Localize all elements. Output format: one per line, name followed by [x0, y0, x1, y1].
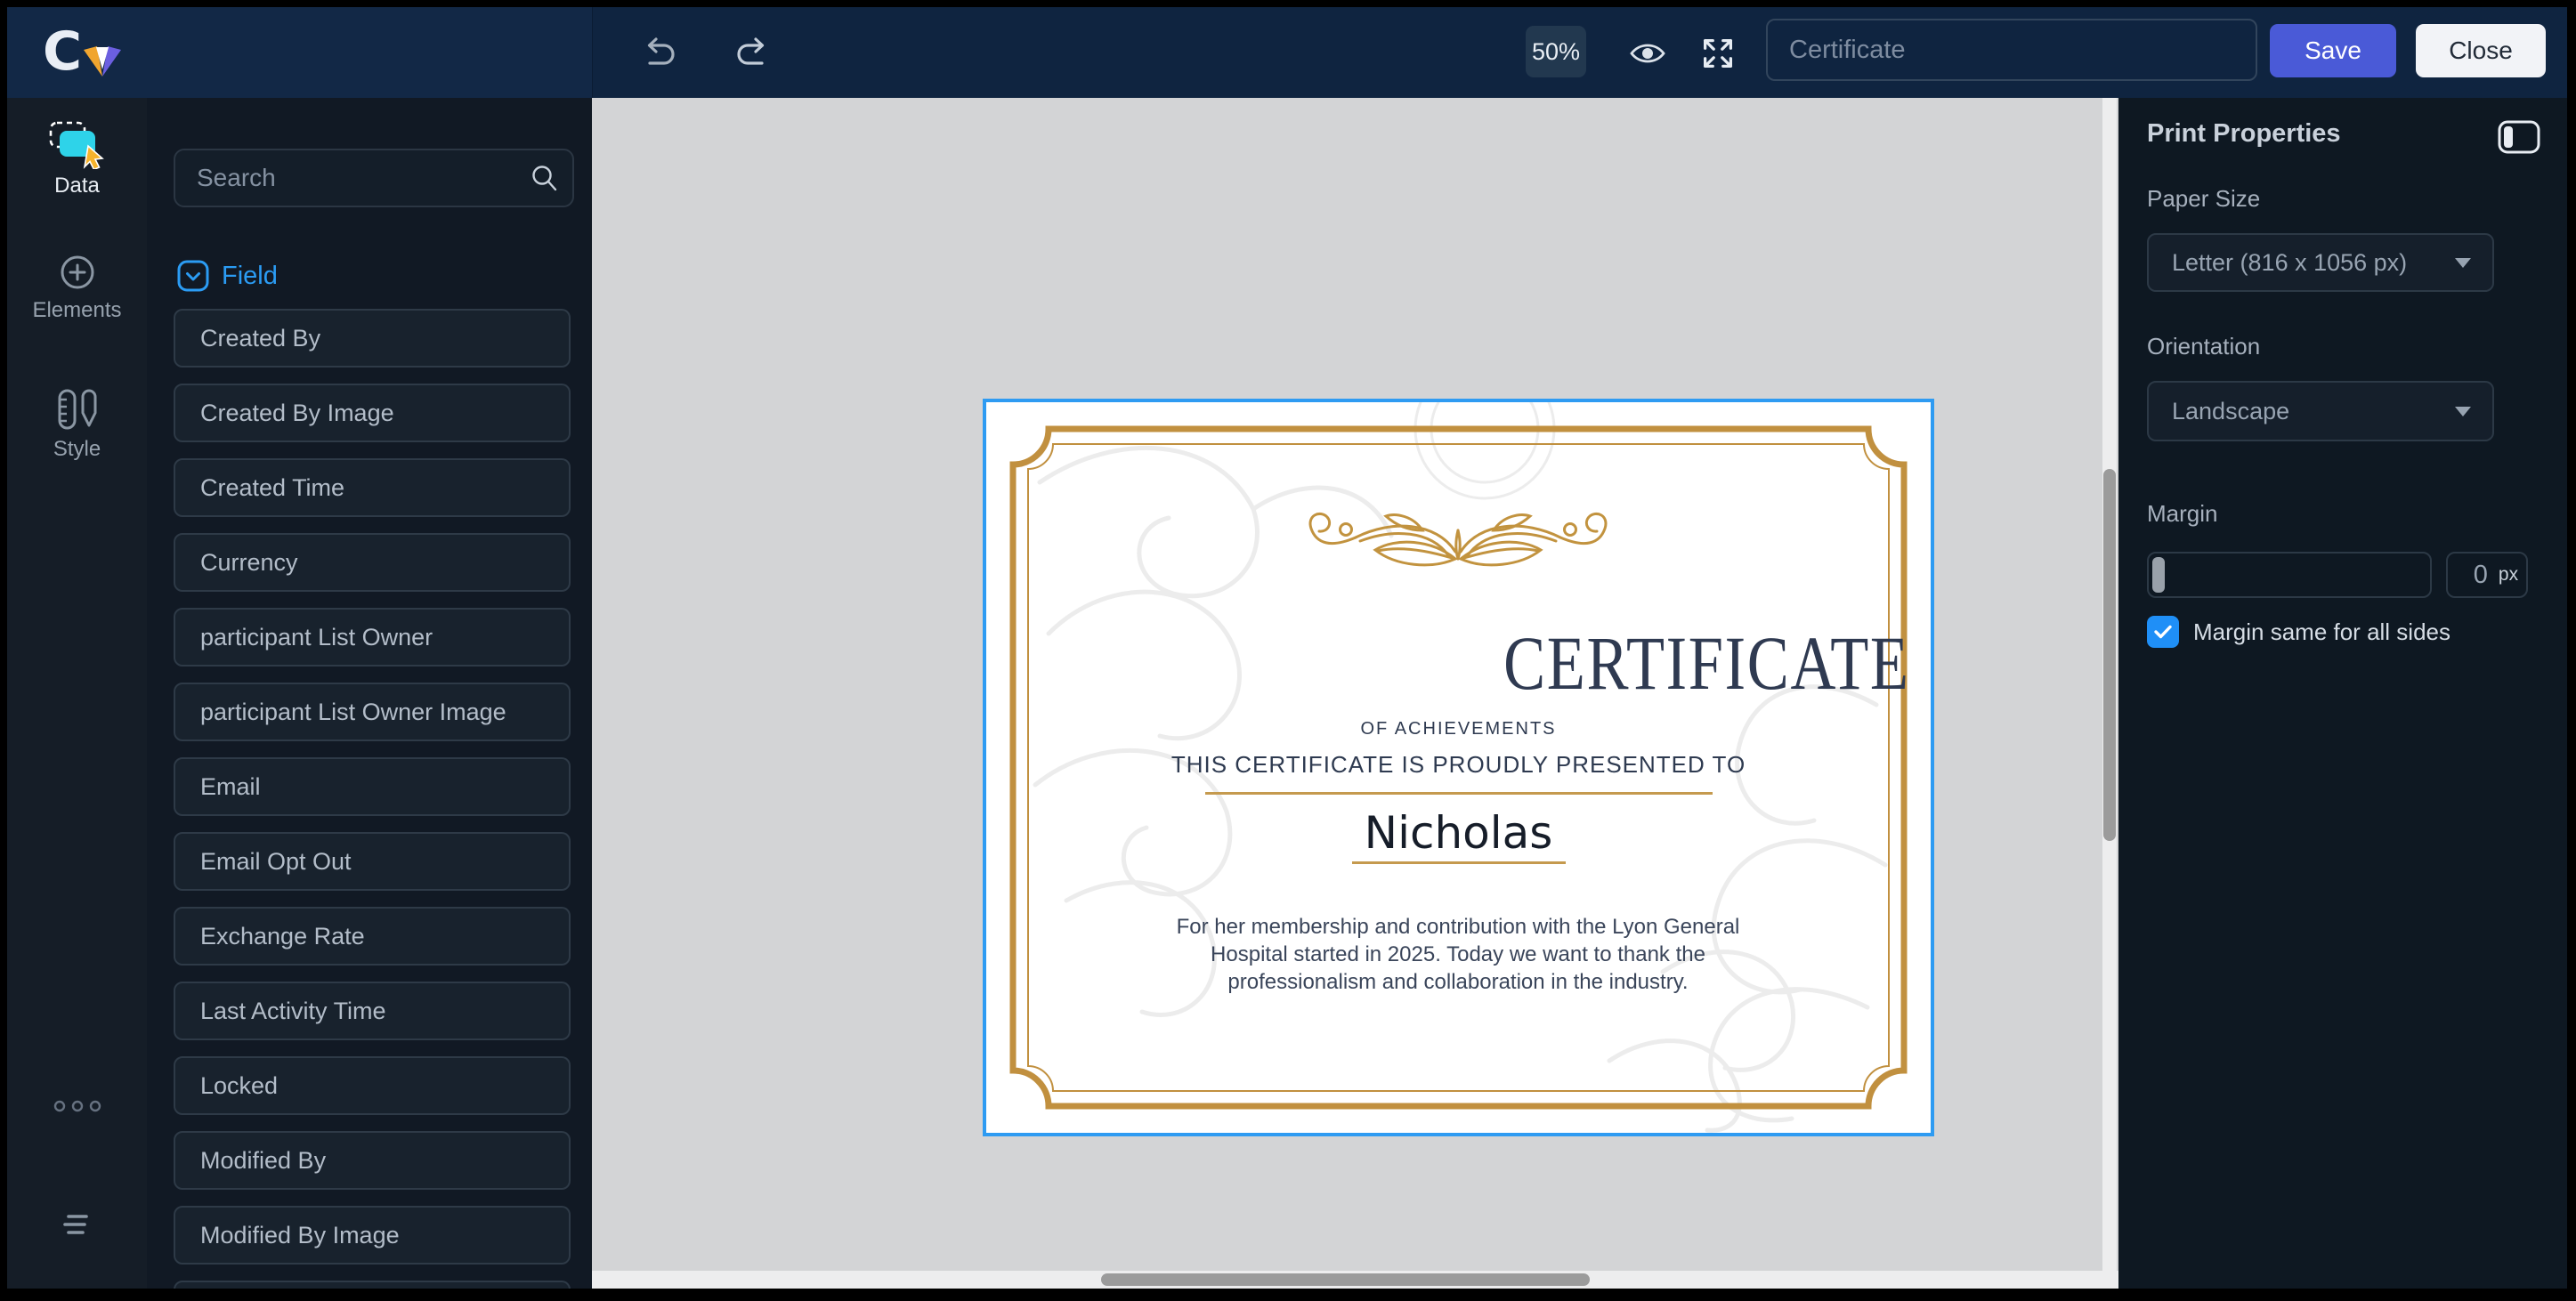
rail-item-style[interactable]: Style — [7, 388, 147, 462]
orientation-label: Orientation — [2147, 333, 2260, 360]
preview-button[interactable] — [1625, 32, 1670, 75]
left-rail: Data Elements Style — [7, 98, 147, 1289]
field-chip[interactable]: Modified By Image — [174, 1206, 571, 1265]
rail-item-elements[interactable]: Elements — [7, 251, 147, 323]
certificate-subtitle[interactable]: OF ACHIEVEMENTS — [986, 719, 1931, 739]
redo-icon — [734, 36, 774, 71]
field-chip[interactable]: Last Activity Time — [174, 982, 571, 1040]
margin-label: Margin — [2147, 500, 2217, 528]
close-button[interactable]: Close — [2416, 24, 2546, 77]
topbar: C 50% — [7, 7, 2567, 98]
topbar-logo-section: C — [7, 7, 593, 98]
more-options-button[interactable] — [7, 1093, 147, 1119]
orientation-value: Landscape — [2149, 398, 2455, 425]
field-chip[interactable]: Created By — [174, 309, 571, 368]
horizontal-scrollbar-thumb[interactable] — [1101, 1273, 1590, 1286]
vertical-scrollbar-thumb[interactable] — [2103, 469, 2116, 841]
rail-item-label: Data — [7, 174, 147, 198]
panel-toggle-button[interactable] — [2496, 117, 2542, 157]
chevron-down-icon — [2455, 407, 2471, 416]
add-elements-icon — [56, 251, 99, 294]
gold-divider-short — [1352, 861, 1566, 864]
undo-icon — [638, 36, 677, 71]
field-chip[interactable]: participant List Owner — [174, 608, 571, 667]
zoom-level-button[interactable]: 50% — [1526, 26, 1586, 77]
certificate-body-text[interactable]: For her membership and contribution with… — [1146, 913, 1770, 997]
margin-slider[interactable] — [2147, 552, 2432, 598]
field-chip[interactable]: Created By Image — [174, 384, 571, 442]
app-window: C 50% — [0, 0, 2576, 1301]
rail-item-label: Style — [7, 437, 147, 462]
gold-divider-long — [1205, 792, 1713, 795]
field-chip-partial[interactable] — [174, 1281, 571, 1289]
field-chip[interactable]: Locked — [174, 1056, 571, 1115]
margin-value-input[interactable] — [2456, 560, 2490, 591]
paper-size-value: Letter (816 x 1056 px) — [2149, 249, 2455, 277]
field-chip[interactable]: participant List Owner Image — [174, 683, 571, 741]
field-chip[interactable]: Created Time — [174, 458, 571, 517]
panel-title: Print Properties — [2147, 119, 2341, 149]
three-dots-icon — [51, 1099, 104, 1113]
undo-button[interactable] — [636, 32, 680, 75]
field-section-toggle[interactable]: Field — [177, 260, 278, 292]
data-fields-panel: Field Created By Created By Image Create… — [147, 98, 592, 1289]
print-properties-panel: Print Properties Paper Size Letter (816 … — [2118, 98, 2567, 1289]
search-input[interactable] — [174, 149, 574, 207]
style-icon — [53, 388, 102, 432]
chevron-down-icon — [2455, 258, 2471, 268]
collapse-section-icon — [177, 260, 209, 292]
expand-icon — [1697, 33, 1738, 74]
rail-item-label: Elements — [7, 298, 147, 323]
paper-size-dropdown[interactable]: Letter (816 x 1056 px) — [2147, 233, 2494, 292]
save-button[interactable]: Save — [2270, 24, 2396, 77]
ornament-flourish — [1302, 502, 1614, 595]
search-icon — [528, 162, 560, 194]
field-chip[interactable]: Currency — [174, 533, 571, 592]
margin-slider-thumb[interactable] — [2152, 557, 2165, 593]
paper-size-label: Paper Size — [2147, 185, 2260, 213]
margin-same-label: Margin same for all sides — [2193, 618, 2450, 646]
check-icon — [2153, 624, 2173, 640]
document-name-input[interactable] — [1766, 19, 2257, 81]
eye-icon — [1629, 40, 1666, 67]
panel-layout-icon — [2497, 119, 2541, 155]
creator-logo-arrow-icon — [82, 46, 123, 84]
recipient-name[interactable]: Nicholas — [986, 807, 1931, 859]
redo-button[interactable] — [732, 32, 776, 75]
margin-unit-label: px — [2499, 564, 2518, 586]
margin-value-box: px — [2446, 552, 2528, 598]
field-chip[interactable]: Email — [174, 757, 571, 816]
menu-button[interactable] — [7, 1208, 147, 1240]
field-chip[interactable]: Email Opt Out — [174, 832, 571, 891]
data-icon — [48, 117, 107, 169]
field-chip[interactable]: Exchange Rate — [174, 907, 571, 966]
field-section-label: Field — [222, 262, 278, 291]
orientation-dropdown[interactable]: Landscape — [2147, 381, 2494, 441]
creator-logo[interactable]: C — [43, 18, 82, 85]
menu-lines-icon — [61, 1211, 93, 1238]
field-chip[interactable]: Modified By — [174, 1131, 571, 1190]
certificate-page[interactable]: CERTIFICATE OF ACHIEVEMENTS THIS CERTIFI… — [986, 402, 1931, 1133]
margin-same-checkbox[interactable] — [2147, 616, 2179, 648]
certificate-presented-line[interactable]: THIS CERTIFICATE IS PROUDLY PRESENTED TO — [986, 751, 1931, 779]
rail-item-data[interactable]: Data — [7, 117, 147, 198]
fullscreen-button[interactable] — [1695, 30, 1741, 77]
